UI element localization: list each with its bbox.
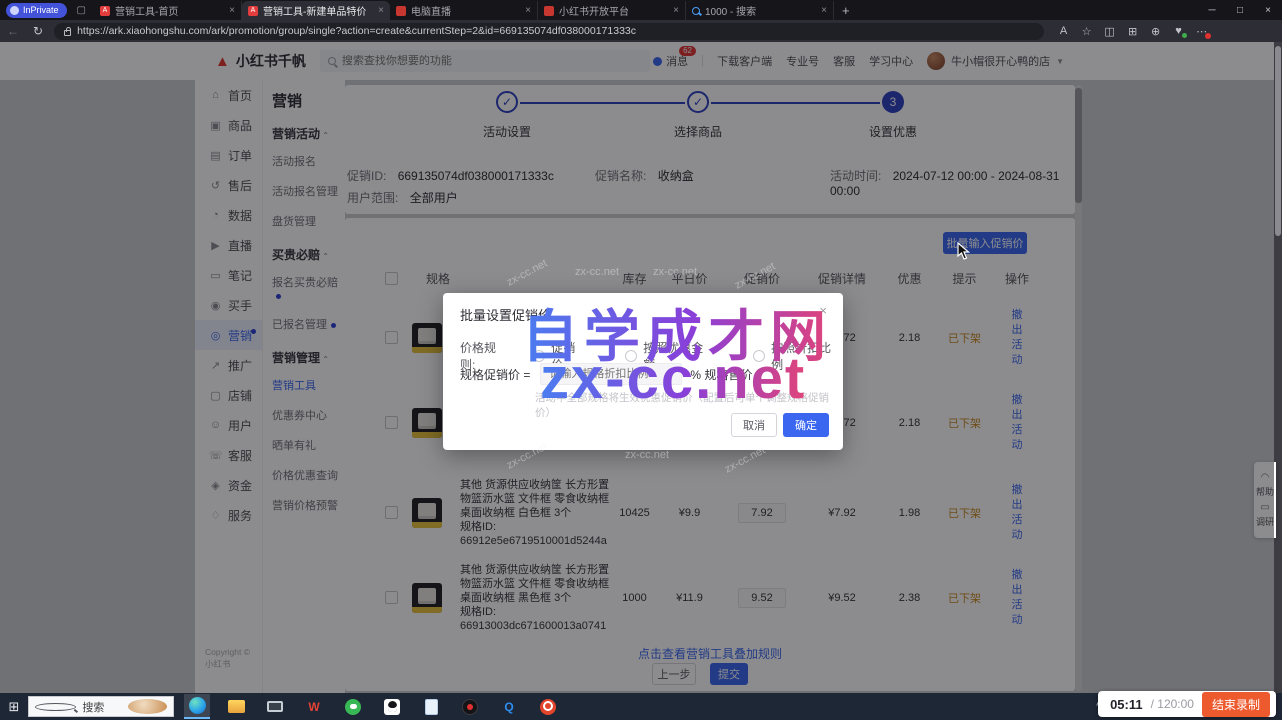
toolbar-icons: A☆◫⊞⊕♥⋯ xyxy=(1052,25,1213,38)
radio-icon xyxy=(625,350,637,362)
read-aloud-icon[interactable]: A xyxy=(1052,25,1075,37)
close-button[interactable]: × xyxy=(1254,0,1282,20)
batch-price-modal: 批量设置促销价 × 价格规则: 促销价按照优惠金额按照折扣比例 规格促销价 = … xyxy=(443,293,843,450)
cancel-button[interactable]: 取消 xyxy=(731,413,777,437)
taskbar-icon-qq-browser[interactable]: Q xyxy=(496,694,522,719)
tab-close-icon[interactable]: × xyxy=(229,5,235,16)
qq-browser-icon: Q xyxy=(500,698,518,716)
formula-suffix: % 规格售价 xyxy=(690,366,752,383)
search-blue-favicon xyxy=(692,7,700,15)
taskbar-icon-recorder[interactable] xyxy=(535,694,561,719)
wechat-icon xyxy=(345,699,361,715)
extensions-icon[interactable]: ⊕ xyxy=(1144,25,1167,38)
daily-image-icon[interactable] xyxy=(128,699,167,714)
tab-title: 电脑直播 xyxy=(411,3,520,18)
start-button[interactable]: ⊞ xyxy=(0,699,28,715)
browser-tab[interactable]: A 营销工具-首页 × xyxy=(94,1,242,20)
tab-title: 营销工具-首页 xyxy=(115,3,224,18)
profile-icon xyxy=(10,6,19,15)
notification-dot xyxy=(1205,33,1211,39)
radio-label: 按照折扣比例 xyxy=(771,339,843,373)
settings-more-icon[interactable]: ⋯ xyxy=(1190,25,1213,38)
confirm-button[interactable]: 确定 xyxy=(783,413,829,437)
tab-close-icon[interactable]: × xyxy=(378,5,384,16)
tab-close-icon[interactable]: × xyxy=(821,5,827,16)
price-rule-radio[interactable]: 按照折扣比例 xyxy=(753,339,843,373)
tab-title: 小红书开放平台 xyxy=(559,3,668,18)
tab-title: 营销工具-新建单品特价 xyxy=(263,3,373,18)
taskbar-search-placeholder: 搜索 xyxy=(82,699,121,715)
radio-icon xyxy=(753,350,765,362)
taskbar-icon-file-explorer[interactable] xyxy=(223,694,249,719)
search-icon xyxy=(35,703,76,711)
recording-total: / 120:00 xyxy=(1151,697,1194,711)
taskbar-icons: WQ xyxy=(184,694,561,719)
radio-icon xyxy=(533,350,545,362)
tab-actions-icon[interactable]: ▢ xyxy=(77,5,86,16)
edge-icon xyxy=(189,697,206,714)
recorder-icon xyxy=(540,699,556,715)
browser-essentials-icon[interactable]: ♥ xyxy=(1167,25,1190,37)
red-app-favicon xyxy=(396,6,406,16)
red-app-favicon xyxy=(544,6,554,16)
window-controls: ─□× xyxy=(1198,0,1282,20)
recording-time: 05:11 xyxy=(1110,697,1143,712)
taskbar-icon-display[interactable] xyxy=(262,694,288,719)
browser-toolbar: ← ↻ https://ark.xiaohongshu.com/ark/prom… xyxy=(0,20,1282,42)
tab-close-icon[interactable]: × xyxy=(525,5,531,16)
browser-tab[interactable]: 电脑直播 × xyxy=(390,1,538,20)
browser-tab-strip: InPrivate ▢ A营销工具-首页×A营销工具-新建单品特价×电脑直播×小… xyxy=(0,0,1282,20)
stop-recording-button[interactable]: 结束录制 xyxy=(1202,692,1270,717)
minimize-button[interactable]: ─ xyxy=(1198,0,1226,20)
xhs-red-favicon: A xyxy=(100,6,110,16)
modal-title: 批量设置促销价 xyxy=(460,305,551,324)
new-tab-button[interactable]: + xyxy=(842,3,850,18)
file-explorer-icon xyxy=(228,700,245,713)
xhs-red-favicon: A xyxy=(248,6,258,16)
taskbar: ⊞ 搜索 WQ ^ xyxy=(0,693,1282,720)
wps-icon: W xyxy=(305,698,323,716)
browser-tab[interactable]: A 营销工具-新建单品特价 × xyxy=(242,1,390,20)
favorites-icon[interactable]: ☆ xyxy=(1075,25,1098,38)
split-screen-icon[interactable]: ◫ xyxy=(1098,25,1121,38)
window-scrollbar[interactable] xyxy=(1274,42,1282,693)
tab-list: A营销工具-首页×A营销工具-新建单品特价×电脑直播×小红书开放平台×1000 … xyxy=(94,0,834,20)
green-dot xyxy=(1182,33,1187,38)
refresh-icon[interactable]: ↻ xyxy=(33,24,43,38)
taskbar-icon-player[interactable] xyxy=(457,694,483,719)
player-icon xyxy=(462,699,478,715)
display-icon xyxy=(267,701,283,712)
window-scrollbar-thumb[interactable] xyxy=(1275,46,1281,236)
screen: InPrivate ▢ A营销工具-首页×A营销工具-新建单品特价×电脑直播×小… xyxy=(0,0,1282,720)
recording-widget: 05:11 / 120:00 结束录制 xyxy=(1098,691,1276,717)
discount-ratio-input[interactable] xyxy=(540,363,682,385)
browser-tab[interactable]: 小红书开放平台 × xyxy=(538,1,686,20)
address-bar[interactable]: https://ark.xiaohongshu.com/ark/promotio… xyxy=(54,23,1044,40)
url-text[interactable]: https://ark.xiaohongshu.com/ark/promotio… xyxy=(77,25,636,37)
taskbar-search[interactable]: 搜索 xyxy=(28,696,174,717)
taskbar-icon-qq[interactable] xyxy=(379,694,405,719)
maximize-button[interactable]: □ xyxy=(1226,0,1254,20)
browser-tab[interactable]: 1000 - 搜索 × xyxy=(686,1,834,20)
tab-title: 1000 - 搜索 xyxy=(705,3,816,18)
close-icon[interactable]: × xyxy=(819,303,827,318)
collections-icon[interactable]: ⊞ xyxy=(1121,25,1144,38)
inprivate-badge: InPrivate xyxy=(6,3,67,18)
taskbar-icon-wechat[interactable] xyxy=(340,694,366,719)
taskbar-icon-notes[interactable] xyxy=(418,694,444,719)
lock-icon xyxy=(64,30,71,36)
formula-row: 规格促销价 = % 规格售价 xyxy=(460,363,752,385)
notes-icon xyxy=(425,699,438,715)
qq-icon xyxy=(384,699,400,715)
back-icon[interactable]: ← xyxy=(7,24,19,38)
web-page: ▲ 小红书千帆 消息 62 下载客户端专业号客服学习中心 牛小帽很开心鸭的店 ▼ xyxy=(0,42,1282,693)
formula-label: 规格促销价 = xyxy=(460,366,530,383)
inprivate-label: InPrivate xyxy=(23,5,59,15)
taskbar-icon-wps[interactable]: W xyxy=(301,694,327,719)
tab-close-icon[interactable]: × xyxy=(673,5,679,16)
taskbar-icon-edge[interactable] xyxy=(184,694,210,719)
